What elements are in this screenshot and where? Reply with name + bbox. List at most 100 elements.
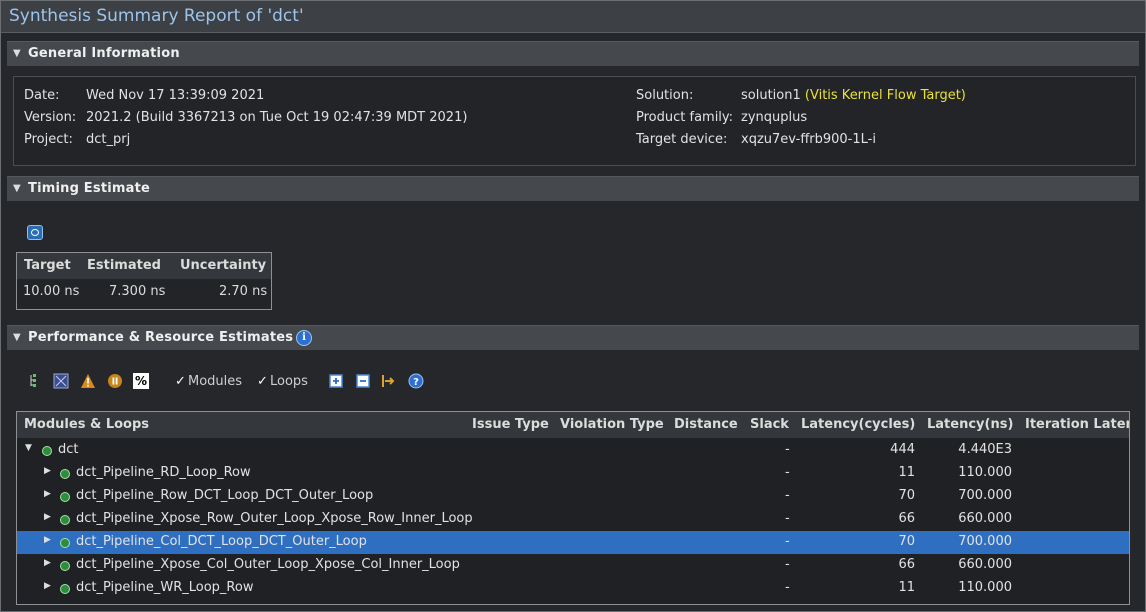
date-value: Wed Nov 17 13:39:09 2021 bbox=[86, 88, 265, 103]
pause-info-icon[interactable] bbox=[107, 373, 123, 389]
collapsed-arrow-icon[interactable]: ▶ bbox=[44, 489, 51, 499]
collapsed-arrow-icon[interactable]: ▶ bbox=[44, 512, 51, 522]
column-header-violation-type[interactable]: Violation Type bbox=[560, 417, 664, 432]
collapsed-arrow-icon[interactable]: ▶ bbox=[44, 558, 51, 568]
section-timing-estimate[interactable]: ▼ Timing Estimate bbox=[7, 176, 1139, 201]
latency-ns-value: 110.000 bbox=[958, 580, 1012, 595]
module-status-icon bbox=[60, 469, 70, 479]
timing-uncertainty-value: 2.70 ns bbox=[219, 284, 268, 299]
latency-ns-value: 660.000 bbox=[958, 557, 1012, 572]
slack-value: - bbox=[785, 465, 790, 480]
module-status-icon bbox=[60, 515, 70, 525]
flow-target-text: (Vitis Kernel Flow Target) bbox=[804, 88, 966, 103]
section-title: General Information bbox=[28, 46, 180, 61]
table-row[interactable]: ▶ dct_Pipeline_Xpose_Col_Outer_Loop_Xpos… bbox=[17, 554, 1129, 577]
warning-icon[interactable] bbox=[80, 373, 96, 389]
target-device-label: Target device: bbox=[636, 132, 728, 147]
slack-value: - bbox=[785, 557, 790, 572]
latency-cycles-value: 444 bbox=[890, 442, 915, 457]
checkmark-icon: ✓ bbox=[257, 374, 268, 389]
timing-target-value: 10.00 ns bbox=[23, 284, 80, 299]
latency-cycles-value: 66 bbox=[898, 511, 915, 526]
module-name: dct bbox=[58, 442, 79, 457]
latency-cycles-value: 11 bbox=[898, 580, 915, 595]
modules-loops-table: Modules & Loops Issue Type Violation Typ… bbox=[16, 411, 1130, 605]
table-row[interactable]: ▶ dct_Pipeline_WR_Loop_Row - 11 110.000 bbox=[17, 577, 1129, 600]
info-icon[interactable]: i bbox=[296, 330, 312, 346]
timing-report-icon[interactable] bbox=[27, 225, 43, 240]
svg-text:?: ? bbox=[413, 377, 419, 388]
slack-value: - bbox=[785, 534, 790, 549]
column-header-modules-loops[interactable]: Modules & Loops bbox=[24, 417, 149, 432]
help-icon[interactable]: ? bbox=[408, 373, 424, 389]
timing-header-uncertainty[interactable]: Uncertainty bbox=[180, 258, 266, 273]
collapsed-arrow-icon[interactable]: ▶ bbox=[44, 581, 51, 591]
column-header-iteration-latency[interactable]: Iteration Latency bbox=[1025, 417, 1129, 432]
expand-all-icon[interactable] bbox=[328, 373, 344, 389]
table-row[interactable]: ▶ dct_Pipeline_Row_DCT_Loop_DCT_Outer_Lo… bbox=[17, 485, 1129, 508]
expanded-arrow-icon[interactable]: ▼ bbox=[25, 443, 32, 453]
product-family-value: zynquplus bbox=[741, 110, 808, 125]
checkmark-icon: ✓ bbox=[175, 374, 186, 389]
modules-checkbox[interactable]: ✓ Modules bbox=[175, 374, 242, 389]
column-header-latency-cycles[interactable]: Latency(cycles) bbox=[801, 417, 915, 432]
module-status-icon bbox=[60, 538, 70, 548]
latency-cycles-value: 70 bbox=[898, 534, 915, 549]
timing-header-target[interactable]: Target bbox=[24, 258, 71, 273]
slack-value: - bbox=[785, 442, 790, 457]
slack-value: - bbox=[785, 488, 790, 503]
loops-checkbox[interactable]: ✓ Loops bbox=[257, 374, 308, 389]
table-row-selected[interactable]: ▶ dct_Pipeline_Col_DCT_Loop_DCT_Outer_Lo… bbox=[17, 531, 1129, 554]
latency-ns-value: 110.000 bbox=[958, 465, 1012, 480]
version-label: Version: bbox=[24, 110, 77, 125]
module-status-icon bbox=[60, 561, 70, 571]
target-device-value: xqzu7ev-ffrb900-1L-i bbox=[741, 132, 876, 147]
collapse-triangle-icon[interactable]: ▼ bbox=[13, 48, 21, 59]
module-status-icon bbox=[42, 446, 52, 456]
timing-estimated-value: 7.300 ns bbox=[109, 284, 166, 299]
schedule-viewer-icon[interactable] bbox=[53, 373, 69, 389]
hierarchy-icon[interactable] bbox=[27, 373, 43, 389]
latency-ns-value: 4.440E3 bbox=[958, 442, 1012, 457]
section-performance-resource[interactable]: ▼ Performance & Resource Estimates i bbox=[7, 325, 1139, 350]
latency-cycles-value: 11 bbox=[898, 465, 915, 480]
date-label: Date: bbox=[24, 88, 60, 103]
latency-ns-value: 700.000 bbox=[958, 534, 1012, 549]
table-row[interactable]: ▶ dct_Pipeline_Xpose_Row_Outer_Loop_Xpos… bbox=[17, 508, 1129, 531]
module-name: dct_Pipeline_WR_Loop_Row bbox=[76, 580, 254, 595]
column-header-latency-ns[interactable]: Latency(ns) bbox=[927, 417, 1013, 432]
module-name: dct_Pipeline_Row_DCT_Loop_DCT_Outer_Loop bbox=[76, 488, 374, 503]
latency-cycles-value: 70 bbox=[898, 488, 915, 503]
latency-cycles-value: 66 bbox=[898, 557, 915, 572]
percent-icon[interactable]: % bbox=[133, 373, 149, 389]
collapse-all-icon[interactable] bbox=[355, 373, 371, 389]
section-general-information[interactable]: ▼ General Information bbox=[7, 41, 1139, 66]
solution-label: Solution: bbox=[636, 88, 694, 103]
table-row-root[interactable]: ▼ dct - 444 4.440E3 bbox=[17, 439, 1129, 462]
latency-ns-value: 660.000 bbox=[958, 511, 1012, 526]
table-row[interactable]: ▶ dct_Pipeline_RD_Loop_Row - 11 110.000 bbox=[17, 462, 1129, 485]
collapse-triangle-icon[interactable]: ▼ bbox=[13, 332, 21, 343]
latency-ns-value: 700.000 bbox=[958, 488, 1012, 503]
report-title: Synthesis Summary Report of 'dct' bbox=[9, 6, 304, 26]
column-header-slack[interactable]: Slack bbox=[750, 417, 789, 432]
module-name: dct_Pipeline_Xpose_Col_Outer_Loop_Xpose_… bbox=[76, 557, 460, 572]
export-arrow-icon[interactable] bbox=[381, 373, 397, 389]
module-name: dct_Pipeline_Xpose_Row_Outer_Loop_Xpose_… bbox=[76, 511, 473, 526]
collapsed-arrow-icon[interactable]: ▶ bbox=[44, 535, 51, 545]
slack-value: - bbox=[785, 511, 790, 526]
project-value: dct_prj bbox=[86, 132, 131, 147]
timing-header-estimated[interactable]: Estimated bbox=[87, 258, 161, 273]
section-title: Performance & Resource Estimates bbox=[28, 330, 294, 345]
collapse-triangle-icon[interactable]: ▼ bbox=[13, 183, 21, 194]
project-label: Project: bbox=[24, 132, 73, 147]
version-value: 2021.2 (Build 3367213 on Tue Oct 19 02:4… bbox=[86, 110, 468, 125]
module-name: dct_Pipeline_RD_Loop_Row bbox=[76, 465, 251, 480]
solution-value: solution1 (Vitis Kernel Flow Target) bbox=[741, 88, 966, 103]
slack-value: - bbox=[785, 580, 790, 595]
column-header-issue-type[interactable]: Issue Type bbox=[472, 417, 549, 432]
column-header-distance[interactable]: Distance bbox=[674, 417, 738, 432]
module-status-icon bbox=[60, 492, 70, 502]
timing-table: Target Estimated Uncertainty 10.00 ns 7.… bbox=[16, 252, 272, 310]
collapsed-arrow-icon[interactable]: ▶ bbox=[44, 466, 51, 476]
